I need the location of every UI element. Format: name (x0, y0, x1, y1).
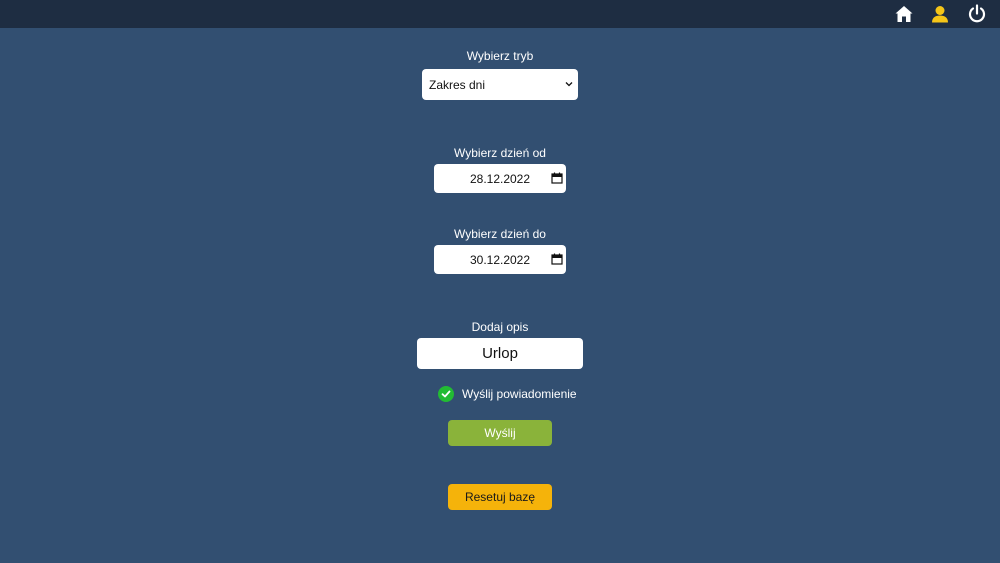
mode-select-value: Zakres dni (429, 77, 486, 92)
mode-select[interactable]: Zakres dni (422, 69, 578, 100)
calendar-icon[interactable] (551, 253, 563, 265)
date-to-input[interactable]: 30.12.2022 (434, 245, 566, 274)
date-from-label: Wybierz dzień od (454, 146, 546, 160)
notify-checkbox[interactable] (438, 386, 454, 402)
power-icon[interactable] (967, 4, 987, 24)
description-input[interactable]: Urlop (417, 338, 583, 369)
date-from-input[interactable]: 28.12.2022 (434, 164, 566, 193)
notify-label: Wyślij powiadomienie (462, 387, 577, 401)
user-icon[interactable] (930, 4, 950, 24)
chevron-down-icon (565, 82, 573, 87)
date-to-value: 30.12.2022 (469, 253, 531, 267)
home-icon[interactable] (894, 4, 914, 24)
date-to-label: Wybierz dzień do (454, 227, 546, 241)
check-icon (441, 390, 451, 398)
mode-label: Wybierz tryb (466, 49, 534, 63)
notify-row: Wyślij powiadomienie (438, 386, 577, 402)
top-bar (0, 0, 1000, 28)
send-button[interactable]: Wyślij (448, 420, 552, 446)
description-label: Dodaj opis (471, 320, 529, 334)
reset-database-button[interactable]: Resetuj bazę (448, 484, 552, 510)
calendar-icon[interactable] (551, 172, 563, 184)
date-from-value: 28.12.2022 (469, 172, 531, 186)
